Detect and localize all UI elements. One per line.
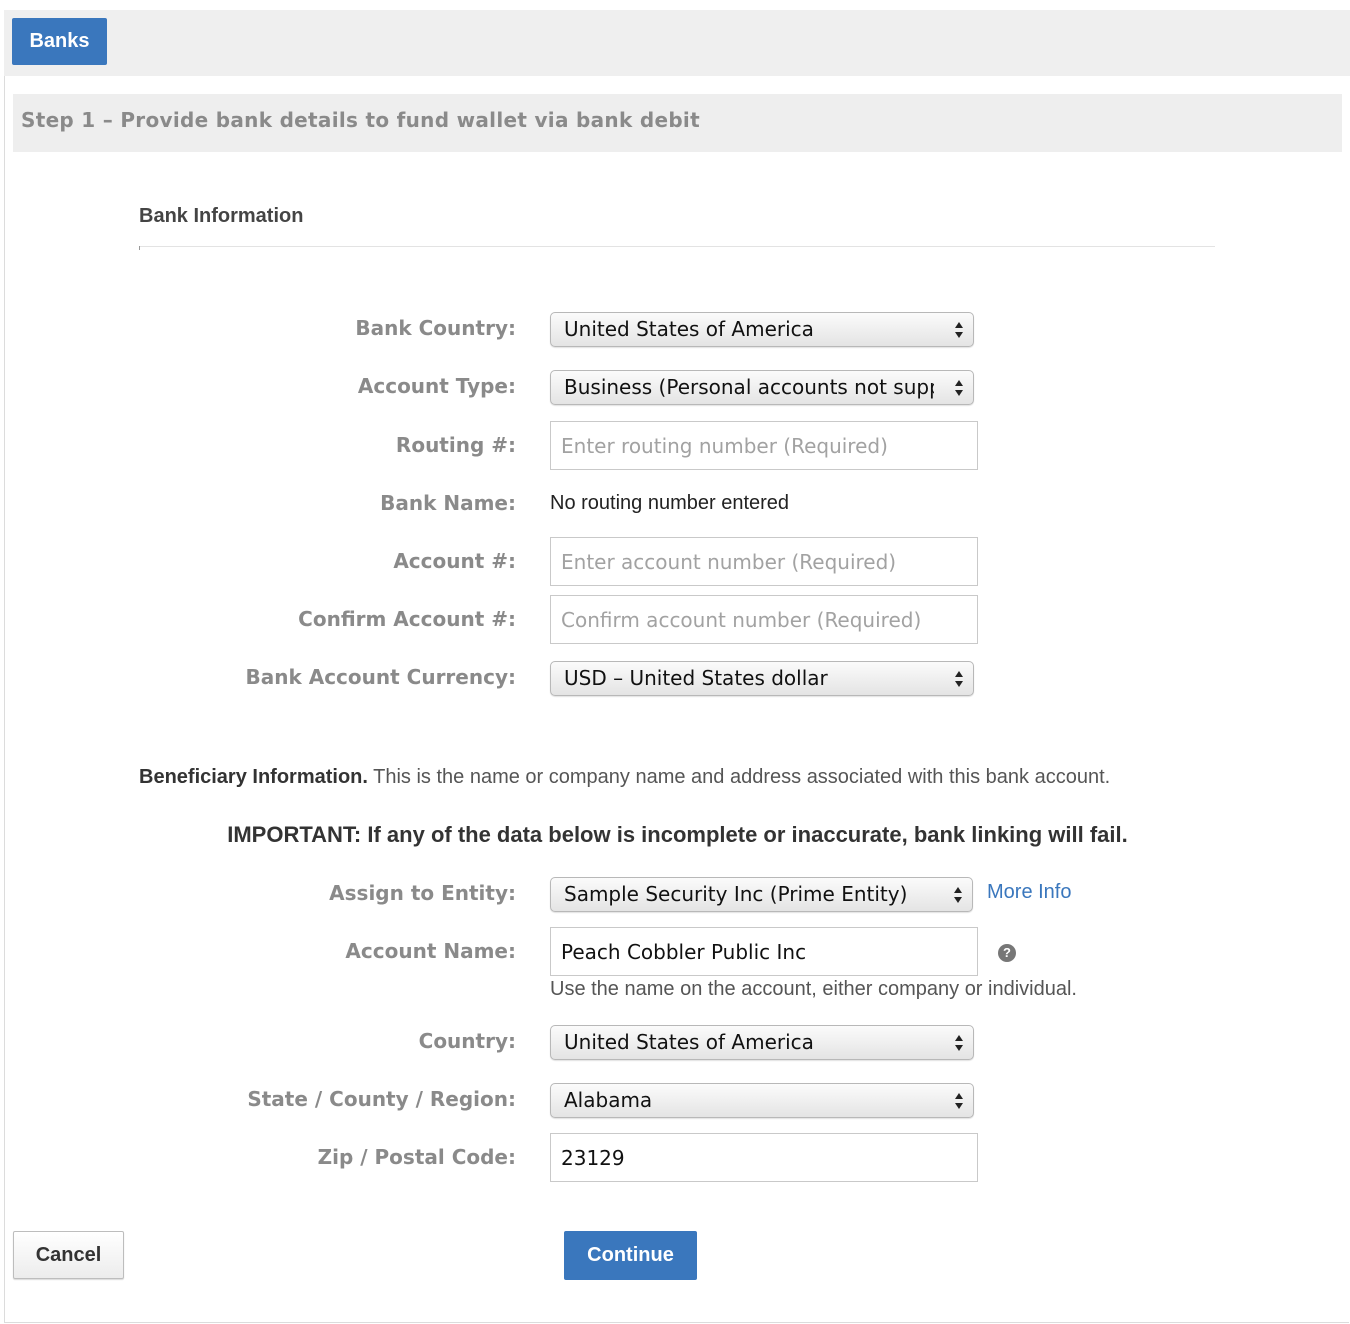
select-arrows-icon: [955, 322, 963, 338]
confirm-account-label: Confirm Account #:: [298, 607, 516, 631]
select-arrows-icon: [955, 1093, 963, 1109]
bank-name-label: Bank Name:: [380, 491, 516, 515]
routing-label: Routing #:: [395, 433, 516, 457]
zip-label: Zip / Postal Code:: [317, 1145, 516, 1169]
region-label: State / County / Region:: [247, 1087, 516, 1111]
country-value: United States of America: [564, 1030, 814, 1054]
beneficiary-intro: Beneficiary Information. This is the nam…: [139, 766, 1110, 789]
divider-tick: [139, 246, 140, 250]
account-number-label: Account #:: [393, 549, 516, 573]
important-notice: IMPORTANT: If any of the data below is i…: [227, 822, 1128, 847]
currency-select[interactable]: USD – United States dollar: [550, 661, 974, 696]
select-arrows-icon: [955, 1035, 963, 1051]
account-name-input[interactable]: [550, 927, 978, 976]
select-arrows-icon: [955, 380, 963, 396]
account-name-label: Account Name:: [345, 939, 516, 963]
help-icon[interactable]: ?: [998, 944, 1016, 962]
entity-select[interactable]: Sample Security Inc (Prime Entity): [550, 877, 973, 912]
bank-country-value: United States of America: [564, 317, 814, 341]
country-label: Country:: [418, 1029, 516, 1053]
bank-information-heading: Bank Information: [139, 205, 304, 227]
currency-value: USD – United States dollar: [564, 666, 828, 690]
more-info-link[interactable]: More Info: [987, 881, 1071, 904]
step-title: Step 1 – Provide bank details to fund wa…: [21, 108, 700, 132]
routing-number-input[interactable]: [550, 421, 978, 470]
account-number-input[interactable]: [550, 537, 978, 586]
region-select[interactable]: Alabama: [550, 1083, 974, 1118]
country-select[interactable]: United States of America: [550, 1025, 974, 1060]
region-value: Alabama: [564, 1088, 653, 1112]
account-type-value: Business (Personal accounts not supp: [564, 375, 934, 399]
entity-value: Sample Security Inc (Prime Entity): [564, 882, 908, 906]
account-type-label: Account Type:: [357, 374, 516, 398]
cancel-button[interactable]: Cancel: [13, 1231, 124, 1279]
bank-country-select[interactable]: United States of America: [550, 312, 974, 347]
confirm-account-input[interactable]: [550, 595, 978, 644]
tab-banks[interactable]: Banks: [12, 18, 107, 65]
select-arrows-icon: [954, 887, 962, 903]
top-bar: [4, 10, 1350, 76]
currency-label: Bank Account Currency:: [245, 665, 516, 689]
continue-button[interactable]: Continue: [564, 1231, 697, 1280]
account-name-hint: Use the name on the account, either comp…: [550, 978, 1077, 1000]
beneficiary-heading: Beneficiary Information.: [139, 766, 368, 788]
bank-country-label: Bank Country:: [355, 316, 516, 340]
account-type-select[interactable]: Business (Personal accounts not supp: [550, 370, 974, 405]
entity-label: Assign to Entity:: [329, 881, 516, 905]
section-divider: [139, 246, 1215, 247]
select-arrows-icon: [955, 671, 963, 687]
bank-name-value: No routing number entered: [550, 492, 790, 514]
zip-input[interactable]: [550, 1133, 978, 1182]
beneficiary-description: This is the name or company name and add…: [367, 766, 1111, 788]
